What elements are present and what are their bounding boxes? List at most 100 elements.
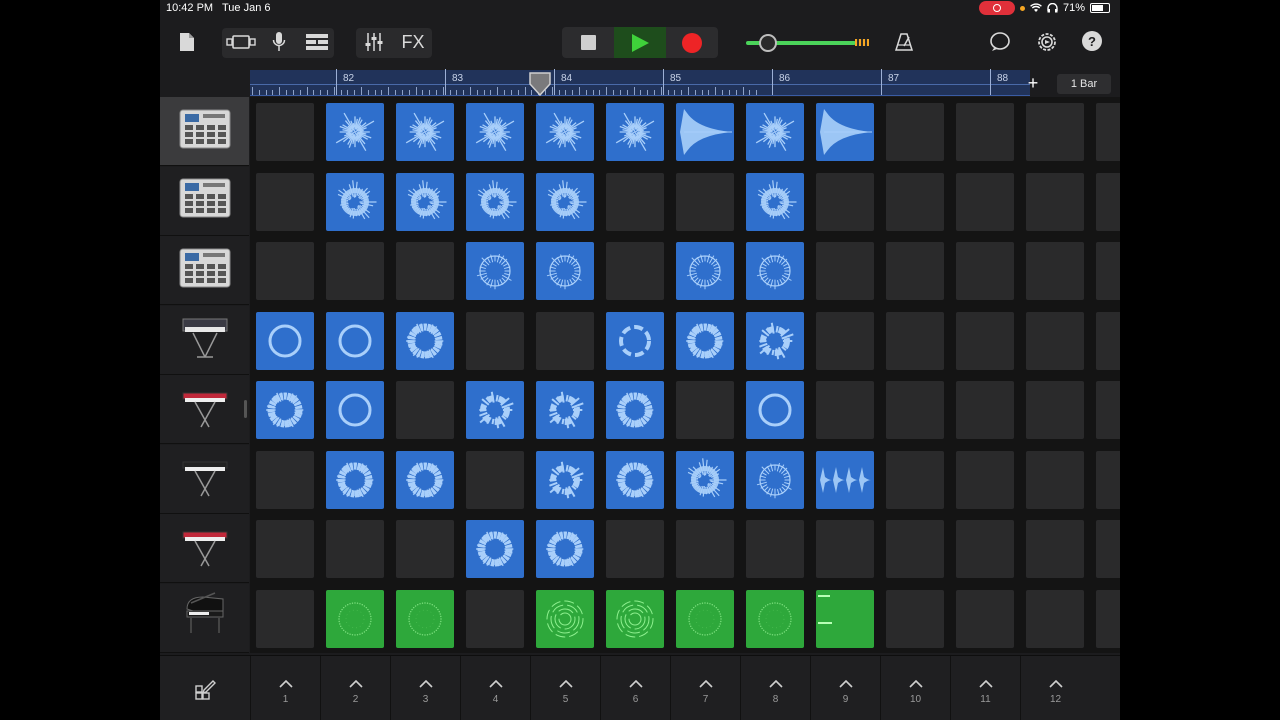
- loop-cell[interactable]: [256, 311, 314, 370]
- scene-trigger-12[interactable]: 12: [1020, 656, 1090, 720]
- empty-cell[interactable]: [816, 311, 874, 370]
- empty-cell[interactable]: [956, 450, 1014, 509]
- empty-cell[interactable]: [676, 520, 734, 578]
- loop-cell[interactable]: [466, 381, 524, 439]
- track-header-synth-1[interactable]: [160, 305, 249, 375]
- empty-cell[interactable]: [256, 172, 314, 231]
- empty-cell[interactable]: [1026, 103, 1084, 161]
- empty-cell[interactable]: [886, 311, 944, 370]
- scene-trigger-4[interactable]: 4: [460, 656, 530, 720]
- track-header-drum-machine-1[interactable]: [160, 97, 249, 166]
- loop-cell[interactable]: [396, 103, 454, 161]
- empty-cell[interactable]: [956, 520, 1014, 578]
- empty-cell[interactable]: [326, 520, 384, 578]
- empty-cell[interactable]: [1096, 172, 1120, 231]
- empty-cell[interactable]: [1096, 242, 1120, 300]
- loop-cell[interactable]: [816, 103, 874, 161]
- empty-cell[interactable]: [956, 589, 1014, 648]
- loop-cell[interactable]: [396, 311, 454, 370]
- loop-cell[interactable]: [606, 589, 664, 648]
- empty-cell[interactable]: [886, 381, 944, 439]
- loop-cell[interactable]: [816, 589, 874, 648]
- loop-cell[interactable]: [466, 103, 524, 161]
- loop-cell[interactable]: [676, 589, 734, 648]
- loop-cell[interactable]: [746, 103, 804, 161]
- scene-trigger-9[interactable]: 9: [810, 656, 880, 720]
- stop-button[interactable]: [562, 27, 614, 58]
- loop-cell[interactable]: [396, 450, 454, 509]
- playhead-marker[interactable]: [529, 72, 551, 96]
- empty-cell[interactable]: [396, 242, 454, 300]
- empty-cell[interactable]: [256, 520, 314, 578]
- empty-cell[interactable]: [606, 520, 664, 578]
- resize-handle[interactable]: [244, 400, 247, 418]
- loop-cell[interactable]: [536, 103, 594, 161]
- master-volume-knob[interactable]: [759, 34, 777, 52]
- loop-cell[interactable]: [466, 520, 524, 578]
- empty-cell[interactable]: [1026, 172, 1084, 231]
- empty-cell[interactable]: [956, 172, 1014, 231]
- empty-cell[interactable]: [1026, 381, 1084, 439]
- empty-cell[interactable]: [256, 589, 314, 648]
- empty-cell[interactable]: [676, 381, 734, 439]
- loop-cell[interactable]: [536, 589, 594, 648]
- empty-cell[interactable]: [676, 172, 734, 231]
- track-header-keyboard-red-2[interactable]: [160, 514, 249, 583]
- scene-trigger-7[interactable]: 7: [670, 656, 740, 720]
- scene-trigger-5[interactable]: 5: [530, 656, 600, 720]
- loop-cell[interactable]: [326, 381, 384, 439]
- empty-cell[interactable]: [886, 589, 944, 648]
- empty-cell[interactable]: [1096, 103, 1120, 161]
- empty-cell[interactable]: [1096, 450, 1120, 509]
- empty-cell[interactable]: [956, 103, 1014, 161]
- loop-cell[interactable]: [676, 450, 734, 509]
- loop-cell[interactable]: [536, 242, 594, 300]
- empty-cell[interactable]: [606, 242, 664, 300]
- scene-trigger-11[interactable]: 11: [950, 656, 1020, 720]
- loop-cell[interactable]: [746, 450, 804, 509]
- loop-cell[interactable]: [536, 450, 594, 509]
- empty-cell[interactable]: [396, 381, 454, 439]
- empty-cell[interactable]: [886, 172, 944, 231]
- bar-length-button[interactable]: 1 Bar: [1057, 74, 1111, 94]
- scene-trigger-2[interactable]: 2: [320, 656, 390, 720]
- loop-cell[interactable]: [326, 103, 384, 161]
- empty-cell[interactable]: [256, 450, 314, 509]
- empty-cell[interactable]: [1096, 589, 1120, 648]
- track-header-keyboard-red-1[interactable]: [160, 375, 249, 444]
- empty-cell[interactable]: [1026, 242, 1084, 300]
- metronome-icon[interactable]: [892, 28, 916, 56]
- loop-cell[interactable]: [326, 589, 384, 648]
- empty-cell[interactable]: [886, 450, 944, 509]
- loop-cell[interactable]: [746, 242, 804, 300]
- scene-trigger-10[interactable]: 10: [880, 656, 950, 720]
- loop-cell[interactable]: [326, 172, 384, 231]
- timeline-ruler[interactable]: 82 83 84 85 86 87 88: [250, 69, 1030, 96]
- play-button[interactable]: [614, 27, 666, 58]
- loop-cell[interactable]: [536, 172, 594, 231]
- empty-cell[interactable]: [886, 103, 944, 161]
- empty-cell[interactable]: [956, 381, 1014, 439]
- track-header-grand-piano[interactable]: [160, 583, 249, 653]
- empty-cell[interactable]: [1026, 450, 1084, 509]
- empty-cell[interactable]: [1026, 311, 1084, 370]
- loop-cell[interactable]: [746, 589, 804, 648]
- loop-cell[interactable]: [606, 381, 664, 439]
- empty-cell[interactable]: [956, 242, 1014, 300]
- settings-icon[interactable]: [1035, 28, 1059, 56]
- loop-cell[interactable]: [746, 172, 804, 231]
- loop-cell[interactable]: [326, 450, 384, 509]
- loop-cell[interactable]: [326, 311, 384, 370]
- loop-cell[interactable]: [606, 311, 664, 370]
- empty-cell[interactable]: [1026, 520, 1084, 578]
- fx-button[interactable]: FX: [398, 28, 428, 56]
- mixer-icon[interactable]: [362, 28, 386, 56]
- track-header-keyboard-black[interactable]: [160, 444, 249, 514]
- empty-cell[interactable]: [466, 450, 524, 509]
- track-header-drum-machine-2[interactable]: [160, 166, 249, 236]
- add-button[interactable]: +: [1024, 73, 1042, 95]
- loop-cell[interactable]: [256, 381, 314, 439]
- record-button[interactable]: [666, 27, 718, 58]
- empty-cell[interactable]: [396, 520, 454, 578]
- document-icon[interactable]: [176, 28, 198, 56]
